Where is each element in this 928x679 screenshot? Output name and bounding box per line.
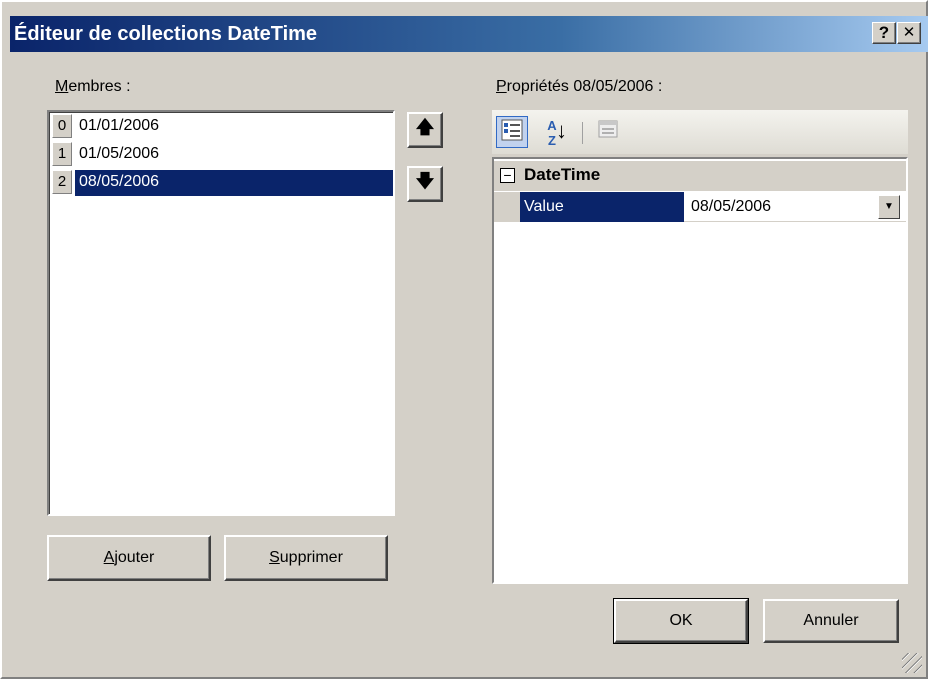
property-gutter bbox=[494, 192, 520, 222]
title-bar[interactable]: Éditeur de collections DateTime ? ✕ bbox=[10, 16, 928, 52]
list-item[interactable]: 1 01/05/2006 bbox=[51, 140, 393, 168]
property-grid[interactable]: − DateTime Value 08/05/2006 ▼ bbox=[492, 157, 908, 584]
move-down-button[interactable]: 🡇 bbox=[407, 166, 443, 202]
categorized-icon[interactable] bbox=[496, 116, 528, 148]
alphabetical-sort-icon[interactable]: A Z ↓ bbox=[536, 116, 568, 148]
list-item[interactable]: 0 01/01/2006 bbox=[51, 112, 393, 140]
cancel-button[interactable]: Annuler bbox=[763, 599, 899, 643]
property-value-field[interactable]: 08/05/2006 bbox=[685, 192, 877, 222]
arrow-down-icon: 🡇 bbox=[415, 171, 435, 191]
dropdown-icon[interactable]: ▼ bbox=[878, 195, 900, 219]
item-value: 01/05/2006 bbox=[79, 145, 160, 162]
help-button[interactable]: ? bbox=[872, 22, 896, 44]
remove-button[interactable]: Supprimer bbox=[224, 535, 388, 581]
members-list[interactable]: 0 01/01/2006 1 01/05/2006 2 08/05/2006 bbox=[47, 110, 395, 516]
item-value: 01/01/2006 bbox=[79, 117, 160, 134]
move-up-button[interactable]: 🡅 bbox=[407, 112, 443, 148]
collapse-icon[interactable]: − bbox=[500, 168, 515, 183]
category-row[interactable]: − DateTime bbox=[494, 161, 906, 191]
resize-grip-icon[interactable] bbox=[902, 653, 922, 673]
item-index: 1 bbox=[52, 142, 72, 166]
item-value: 08/05/2006 bbox=[75, 170, 393, 196]
members-label: Membres : bbox=[55, 78, 131, 95]
close-button[interactable]: ✕ bbox=[897, 22, 921, 44]
category-name: DateTime bbox=[524, 165, 601, 184]
arrow-up-icon: 🡅 bbox=[415, 117, 435, 137]
property-toolbar: A Z ↓ bbox=[492, 110, 908, 154]
property-pages-icon[interactable] bbox=[592, 116, 624, 148]
item-index: 2 bbox=[52, 170, 72, 194]
ok-button[interactable]: OK bbox=[613, 598, 749, 644]
window-title: Éditeur de collections DateTime bbox=[14, 23, 318, 45]
toolbar-separator bbox=[582, 122, 583, 144]
list-item-selected[interactable]: 2 08/05/2006 bbox=[51, 168, 393, 196]
property-row[interactable]: Value 08/05/2006 ▼ bbox=[494, 192, 906, 222]
collection-editor-dialog: Éditeur de collections DateTime ? ✕ Memb… bbox=[0, 0, 928, 679]
properties-label: Propriétés 08/05/2006 : bbox=[496, 78, 663, 95]
property-name[interactable]: Value bbox=[520, 192, 684, 222]
item-index: 0 bbox=[52, 114, 72, 138]
add-button[interactable]: Ajouter bbox=[47, 535, 211, 581]
